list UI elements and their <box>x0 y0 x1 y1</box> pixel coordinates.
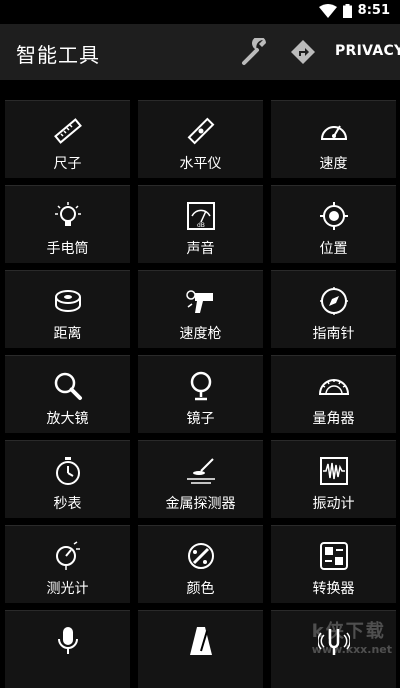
battery-icon <box>343 4 352 18</box>
tile-metronome[interactable] <box>138 610 263 688</box>
tile-label: 振动计 <box>271 493 396 513</box>
tile-flashlight[interactable]: 手电筒 <box>5 185 130 263</box>
tile-label: 手电筒 <box>5 238 130 258</box>
wifi-icon <box>319 4 337 18</box>
tape-measure-icon <box>52 285 84 317</box>
tile-converter[interactable]: 转换器 <box>271 525 396 603</box>
magnifier-icon <box>52 370 84 402</box>
svg-text:dB: dB <box>197 222 205 229</box>
status-time: 8:51 <box>358 3 390 18</box>
protractor-icon <box>318 370 350 402</box>
status-bar: 8:51 <box>0 0 400 24</box>
tile-label: 量角器 <box>271 408 396 428</box>
metal-detector-icon <box>185 455 217 487</box>
direction-sign-icon[interactable] <box>290 39 316 65</box>
color-palette-icon <box>185 540 217 572</box>
watermark: k侠下载 www.kxx.net <box>312 617 392 656</box>
tile-stopwatch[interactable]: 秒表 <box>5 440 130 518</box>
tile-compass[interactable]: 指南针 <box>271 270 396 348</box>
watermark-url: www.kxx.net <box>312 643 392 656</box>
tile-label: 尺子 <box>5 153 130 173</box>
decibel-meter-icon: dB <box>185 200 217 232</box>
location-target-icon <box>318 200 350 232</box>
tile-magnifier[interactable]: 放大镜 <box>5 355 130 433</box>
vibration-meter-icon <box>318 455 350 487</box>
app-title: 智能工具 <box>16 39 100 68</box>
converter-icon <box>318 540 350 572</box>
tile-label: 位置 <box>271 238 396 258</box>
tile-microphone[interactable] <box>5 610 130 688</box>
lightbulb-icon <box>52 200 84 232</box>
speed-gun-icon <box>185 285 217 317</box>
tile-label: 速度 <box>271 153 396 173</box>
tool-grid: 尺子 水平仪 速度 手电筒 dB 声音 位置 距离 速度枪 指南针 放大镜 镜 <box>0 100 400 660</box>
tile-label: 颜色 <box>138 578 263 598</box>
tile-label: 速度枪 <box>138 323 263 343</box>
stopwatch-icon <box>52 455 84 487</box>
tile-label: 水平仪 <box>138 153 263 173</box>
tile-label: 测光计 <box>5 578 130 598</box>
watermark-text: k侠下载 <box>312 621 386 642</box>
tile-mirror[interactable]: 镜子 <box>138 355 263 433</box>
tile-label: 声音 <box>138 238 263 258</box>
speedometer-icon <box>318 115 350 147</box>
tile-metal-detector[interactable]: 金属探测器 <box>138 440 263 518</box>
tile-sound[interactable]: dB 声音 <box>138 185 263 263</box>
metronome-icon <box>185 625 217 657</box>
tile-label: 放大镜 <box>5 408 130 428</box>
tile-location[interactable]: 位置 <box>271 185 396 263</box>
ruler-icon <box>52 115 84 147</box>
tile-protractor[interactable]: 量角器 <box>271 355 396 433</box>
tile-label: 指南针 <box>271 323 396 343</box>
tile-vibration[interactable]: 振动计 <box>271 440 396 518</box>
tile-label: 秒表 <box>5 493 130 513</box>
tile-label: 距离 <box>5 323 130 343</box>
compass-icon <box>318 285 350 317</box>
app-bar: 智能工具 PRIVACY <box>0 24 400 80</box>
tile-spirit-level[interactable]: 水平仪 <box>138 100 263 178</box>
tile-light-meter[interactable]: 测光计 <box>5 525 130 603</box>
tile-label: 镜子 <box>138 408 263 428</box>
mirror-icon <box>185 370 217 402</box>
tile-label: 转换器 <box>271 578 396 598</box>
tile-color[interactable]: 颜色 <box>138 525 263 603</box>
tile-label: 金属探测器 <box>138 493 263 513</box>
tile-distance[interactable]: 距离 <box>5 270 130 348</box>
wrench-icon[interactable] <box>240 38 270 66</box>
microphone-icon <box>52 625 84 657</box>
tile-speed-gun[interactable]: 速度枪 <box>138 270 263 348</box>
tile-ruler[interactable]: 尺子 <box>5 100 130 178</box>
tile-speed[interactable]: 速度 <box>271 100 396 178</box>
spirit-level-icon <box>185 115 217 147</box>
privacy-button[interactable]: PRIVACY <box>335 43 400 59</box>
light-meter-icon <box>52 540 84 572</box>
